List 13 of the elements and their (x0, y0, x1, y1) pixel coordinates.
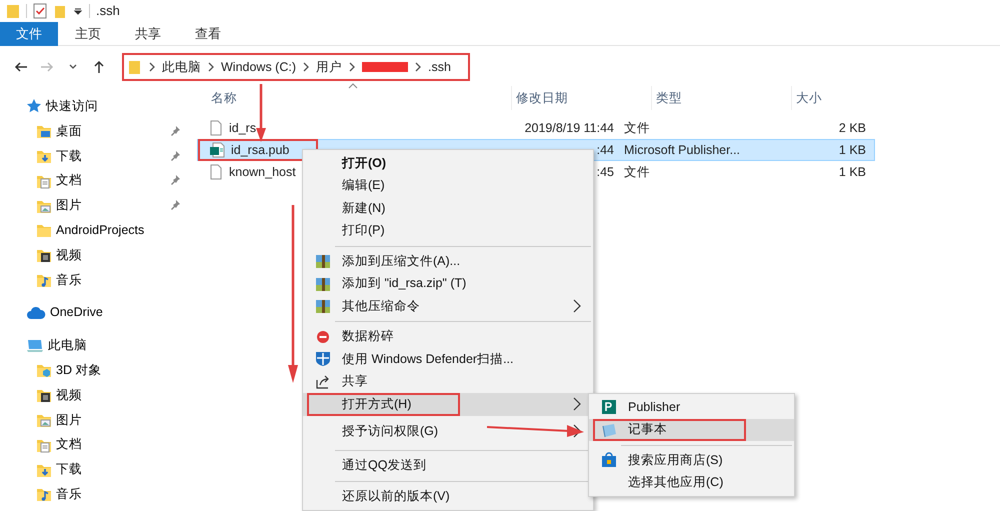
file-size: 1 KB (838, 164, 866, 181)
file-type: 文件 (624, 164, 651, 181)
file-type: 文件 (624, 120, 651, 137)
window-title: .ssh (96, 2, 120, 20)
file-size: 2 KB (838, 120, 866, 137)
file-type: Microsoft Publisher... (624, 142, 742, 159)
modified-date: :45 (596, 164, 614, 181)
file-name: known_host (229, 164, 296, 181)
modified-date: 2019/8/19 11:44 (524, 120, 614, 137)
file-name: id_rsa.pub (231, 142, 290, 159)
file-size: 1 KB (838, 142, 866, 159)
modified-date: :44 (596, 142, 614, 159)
file-name: id_rs (229, 120, 256, 137)
